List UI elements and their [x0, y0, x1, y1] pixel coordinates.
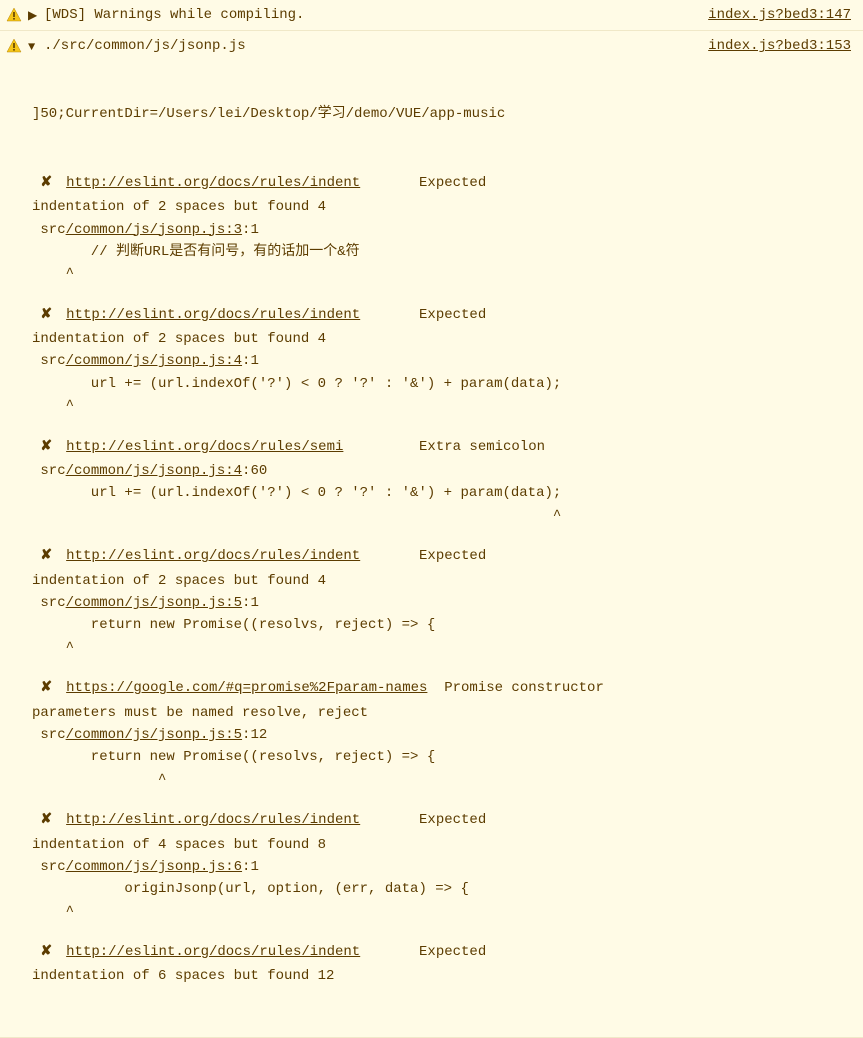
warning-title: [WDS] Warnings while compiling. — [44, 4, 304, 26]
file-link[interactable]: /common/js/jsonp.js:5 — [66, 727, 242, 743]
error-message-cont: indentation of 4 spaces but found 8 — [32, 834, 851, 856]
file-link[interactable]: /common/js/jsonp.js:3 — [66, 222, 242, 238]
warning-icon — [6, 38, 22, 54]
file-link[interactable]: /common/js/jsonp.js:4 — [66, 353, 242, 369]
error-x-icon: ✘ — [40, 172, 52, 194]
caret-pointer: ^ — [32, 769, 851, 791]
warning-body: ]50;CurrentDir=/Users/lei/Desktop/学习/dem… — [6, 58, 851, 1033]
error-message: Expected — [419, 812, 486, 828]
error-message-cont: indentation of 2 spaces but found 4 — [32, 328, 851, 350]
current-dir-line: ]50;CurrentDir=/Users/lei/Desktop/学习/dem… — [32, 103, 851, 125]
lint-error: ✘ http://eslint.org/docs/rules/indent Exp… — [32, 545, 851, 659]
error-x-icon: ✘ — [40, 545, 52, 567]
lint-error: ✘ http://eslint.org/docs/rules/indent Exp… — [32, 172, 851, 286]
error-location: src/common/js/jsonp.js:5:1 — [32, 592, 851, 614]
msg-padding — [360, 812, 419, 828]
code-snippet: url += (url.indexOf('?') < 0 ? '?' : '&'… — [32, 482, 851, 504]
error-x-icon: ✘ — [40, 677, 52, 699]
file-link[interactable]: /common/js/jsonp.js:6 — [66, 859, 242, 875]
error-message-cont: indentation of 2 spaces but found 4 — [32, 570, 851, 592]
error-message-cont: indentation of 2 spaces but found 4 — [32, 196, 851, 218]
rule-link[interactable]: http://eslint.org/docs/rules/indent — [66, 812, 360, 828]
disclosure-triangle[interactable]: ▼ — [28, 38, 40, 57]
msg-padding — [360, 944, 419, 960]
code-snippet: return new Promise((resolvs, reject) => … — [32, 614, 851, 636]
rule-link[interactable]: http://eslint.org/docs/rules/indent — [66, 307, 360, 323]
lint-error: ✘ http://eslint.org/docs/rules/indent Exp… — [32, 941, 851, 988]
disclosure-triangle[interactable]: ▶ — [28, 7, 40, 26]
warning-icon — [6, 7, 22, 23]
error-location: src/common/js/jsonp.js:4:60 — [32, 460, 851, 482]
file-link[interactable]: /common/js/jsonp.js:4 — [66, 463, 242, 479]
source-link[interactable]: index.js?bed3:153 — [696, 35, 851, 57]
msg-padding — [427, 680, 444, 696]
lint-error: ✘ http://eslint.org/docs/rules/indent Exp… — [32, 809, 851, 923]
error-message: Extra semicolon — [419, 439, 545, 455]
lint-error: ✘ http://eslint.org/docs/rules/semi Extra… — [32, 436, 851, 528]
rule-link[interactable]: http://eslint.org/docs/rules/indent — [66, 548, 360, 564]
lint-error: ✘ https://google.com/#q=promise%2Fparam-n… — [32, 677, 851, 791]
error-message: Promise constructor — [444, 680, 604, 696]
rule-link[interactable]: http://eslint.org/docs/rules/semi — [66, 439, 343, 455]
code-snippet: // 判断URL是否有问号，有的话加一个&符 — [32, 241, 851, 263]
console-row-1: ▶ [WDS] Warnings while compiling. index.… — [0, 0, 863, 31]
msg-padding — [360, 307, 419, 323]
caret-pointer: ^ — [32, 263, 851, 285]
file-link[interactable]: /common/js/jsonp.js:5 — [66, 595, 242, 611]
msg-padding — [360, 548, 419, 564]
caret-pointer: ^ — [32, 901, 851, 923]
error-message: Expected — [419, 175, 486, 191]
caret-pointer: ^ — [32, 395, 851, 417]
error-x-icon: ✘ — [40, 304, 52, 326]
error-location: src/common/js/jsonp.js:5:12 — [32, 724, 851, 746]
code-snippet: url += (url.indexOf('?') < 0 ? '?' : '&'… — [32, 373, 851, 395]
error-x-icon: ✘ — [40, 809, 52, 831]
error-message: Expected — [419, 307, 486, 323]
error-x-icon: ✘ — [40, 436, 52, 458]
rule-link[interactable]: https://google.com/#q=promise%2Fparam-na… — [66, 680, 427, 696]
error-x-icon: ✘ — [40, 941, 52, 963]
warning-title: ./src/common/js/jsonp.js — [44, 35, 246, 57]
error-message-cont: indentation of 6 spaces but found 12 — [32, 965, 851, 987]
source-link[interactable]: index.js?bed3:147 — [696, 4, 851, 26]
rule-link[interactable]: http://eslint.org/docs/rules/indent — [66, 944, 360, 960]
console-row-2: ▼ ./src/common/js/jsonp.js index.js?bed3… — [0, 31, 863, 1037]
error-message: Expected — [419, 944, 486, 960]
caret-pointer: ^ — [32, 637, 851, 659]
code-snippet: return new Promise((resolvs, reject) => … — [32, 746, 851, 768]
error-location: src/common/js/jsonp.js:6:1 — [32, 856, 851, 878]
error-location: src/common/js/jsonp.js:4:1 — [32, 350, 851, 372]
rule-link[interactable]: http://eslint.org/docs/rules/indent — [66, 175, 360, 191]
msg-padding — [343, 439, 419, 455]
caret-pointer: ^ — [32, 505, 851, 527]
error-message-cont: parameters must be named resolve, reject — [32, 702, 851, 724]
code-snippet: originJsonp(url, option, (err, data) => … — [32, 878, 851, 900]
msg-padding — [360, 175, 419, 191]
lint-error: ✘ http://eslint.org/docs/rules/indent Exp… — [32, 304, 851, 418]
error-message: Expected — [419, 548, 486, 564]
error-location: src/common/js/jsonp.js:3:1 — [32, 219, 851, 241]
